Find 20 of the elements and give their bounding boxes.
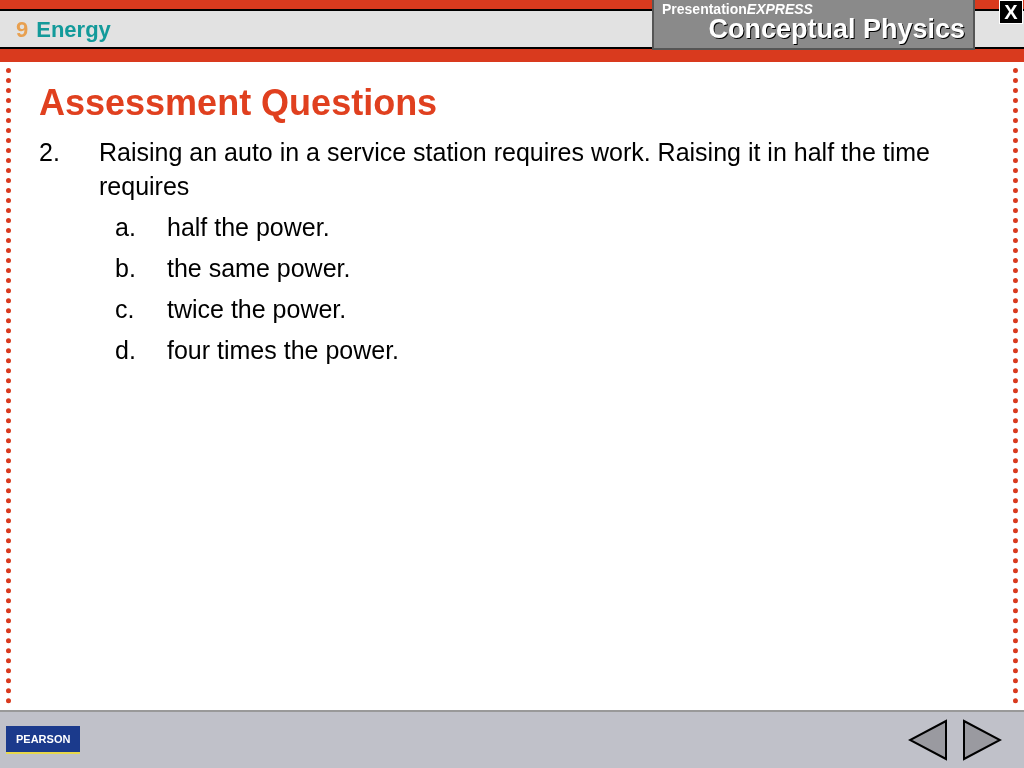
close-button[interactable]: X bbox=[999, 0, 1023, 24]
option-letter: b. bbox=[115, 253, 137, 284]
slide-title: Assessment Questions bbox=[39, 81, 439, 125]
next-button[interactable] bbox=[962, 719, 1002, 761]
previous-button[interactable] bbox=[908, 719, 948, 761]
question-number: 2. bbox=[39, 137, 61, 168]
option-letter: d. bbox=[115, 335, 137, 366]
option-text: four times the power. bbox=[167, 335, 400, 366]
logo-title: Conceptual Physics bbox=[708, 16, 965, 43]
left-triangle-icon bbox=[908, 719, 948, 761]
chapter-title: Energy bbox=[36, 15, 111, 44]
right-triangle-icon bbox=[962, 719, 1002, 761]
option-letter: a. bbox=[115, 212, 137, 243]
option-text: half the power. bbox=[167, 212, 330, 243]
option-letter: c. bbox=[115, 294, 136, 325]
option-text: the same power. bbox=[167, 253, 351, 284]
option-text: twice the power. bbox=[167, 294, 347, 325]
logo-subtitle: PresentationEXPRESS bbox=[662, 0, 814, 16]
publisher-logo: PEARSON bbox=[6, 725, 81, 755]
chapter-number: 9 bbox=[16, 15, 29, 44]
